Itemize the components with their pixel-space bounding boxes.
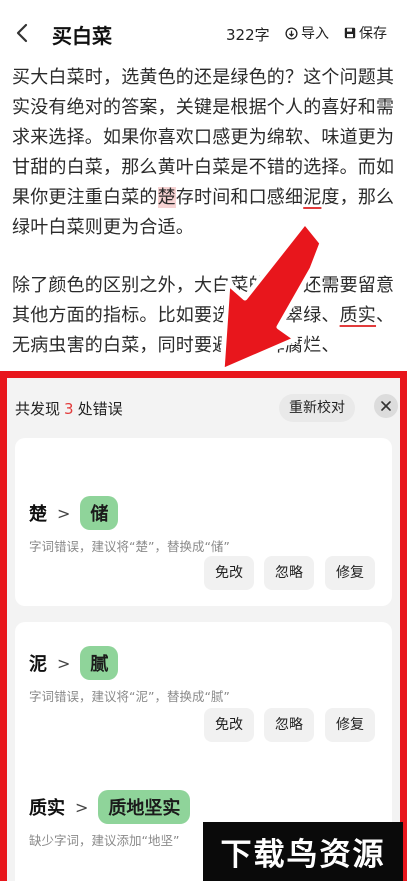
original-text: 泥 [29, 654, 47, 675]
article-body[interactable]: 买大白菜时，选黄色的还是绿色的？这个问题其实没有绝对的答案，关键是根据个人的喜好… [12, 63, 402, 389]
top-bar: 买白菜 322字 导入 保存 [0, 0, 407, 66]
fix-button[interactable]: 修复 [325, 708, 375, 742]
original-text: 质实 [29, 798, 65, 819]
ignore-button[interactable]: 忽略 [264, 556, 314, 590]
replacement-chip[interactable]: 储 [80, 496, 119, 530]
word-count: 322字 [226, 26, 270, 44]
exempt-button[interactable]: 免改 [204, 556, 254, 590]
chevron-right-icon: > [57, 653, 71, 673]
close-icon[interactable] [374, 394, 398, 418]
article-paragraph: 除了颜色的区别之外，大白菜的选购还需要留意其他方面的指标。比如要选择叶片翠绿、质… [12, 275, 395, 356]
save-button[interactable]: 保存 [344, 23, 387, 43]
suggestion-row: 质实 > 质地坚实 [29, 790, 191, 824]
fix-button[interactable]: 修复 [325, 556, 375, 590]
suggestion-description: 字词错误，建议将“楚”，替换成“储” [29, 539, 230, 554]
article-paragraph: 买大白菜时，选黄色的还是绿色的？这个问题其实没有绝对的答案，关键是根据个人的喜好… [12, 67, 395, 238]
ignore-button[interactable]: 忽略 [264, 708, 314, 742]
replacement-chip[interactable]: 腻 [80, 646, 119, 680]
error-count: 3 [64, 400, 74, 418]
save-label: 保存 [359, 26, 387, 42]
save-icon [344, 27, 356, 39]
recheck-button[interactable]: 重新校对 [279, 394, 355, 422]
error-underline[interactable]: 质实 [340, 305, 376, 326]
import-icon [285, 26, 298, 40]
panel-header: 共发现 3 处错误 重新校对 [7, 378, 400, 434]
suggestion-description: 缺少字词，建议添加“地坚” [29, 833, 180, 848]
error-underline[interactable]: 泥 [303, 187, 321, 208]
proofreading-panel: 共发现 3 处错误 重新校对 楚 > 储 字词错误，建议将“楚”，替换成“储” 免改… [0, 371, 407, 881]
back-arrow-icon[interactable] [12, 22, 34, 44]
exempt-button[interactable]: 免改 [204, 708, 254, 742]
suggestion-card: 楚 > 储 字词错误，建议将“楚”，替换成“储” 免改 忽略 修复 [15, 438, 392, 606]
watermark-logo: 下载鸟资源 [203, 822, 403, 881]
suggestion-description: 字词错误，建议将“泥”，替换成“腻” [29, 689, 230, 704]
suggestion-row: 泥 > 腻 [29, 646, 119, 680]
import-button[interactable]: 导入 [285, 23, 329, 43]
error-summary: 共发现 3 处错误 [15, 400, 123, 418]
chevron-right-icon: > [75, 797, 89, 817]
chevron-right-icon: > [57, 503, 71, 523]
watermark-text: 下载鸟资源 [220, 837, 386, 873]
error-highlight[interactable]: 楚 [157, 187, 176, 208]
replacement-chip[interactable]: 质地坚实 [98, 790, 191, 824]
suggestion-row: 楚 > 储 [29, 496, 119, 530]
original-text: 楚 [29, 504, 47, 525]
document-title: 买白菜 [52, 24, 112, 48]
import-label: 导入 [301, 26, 329, 42]
